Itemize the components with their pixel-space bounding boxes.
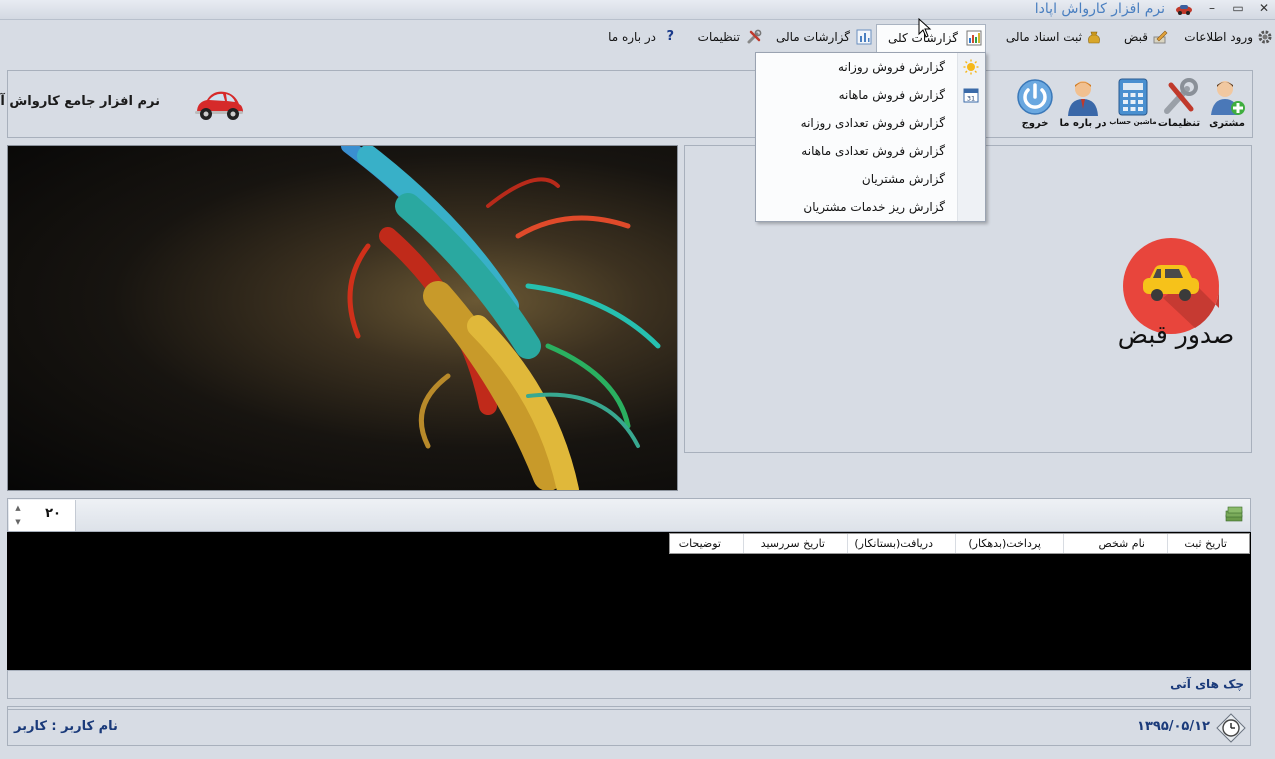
user-name: نام کاربر : کاربر [14,719,118,734]
menu-icon-gutter [957,53,985,221]
svg-text:31: 31 [967,95,975,103]
menu-bar: ورود اطلاعات قبض ثبت اسناد مالی گزارشات … [0,22,1275,54]
table-header: تاریخ ثبت نام شخص پرداخت(بدهکار) دریافت(… [669,533,1250,554]
menu-settings[interactable]: تنظیمات [686,24,764,50]
menu-item-monthly-count-sales[interactable]: گزارش فروش تعدادی ماهانه [801,137,945,165]
toolbar-panel: مشتری تنظیمات ماشین حساب در باره ما خروج… [0,70,1253,138]
calculator-button[interactable]: ماشین حساب [1109,75,1157,135]
toolbar-label: در باره ما [1059,118,1107,129]
mouse-cursor-icon [918,18,932,38]
about-button[interactable]: در باره ما [1060,75,1106,135]
menu-item-customer-services[interactable]: گزارش ریز خدمات مشتریان [803,193,945,221]
gear-icon [1258,30,1272,44]
bar-chart-icon [966,30,982,46]
restore-button[interactable]: ▭ [1228,0,1248,18]
sun-icon [963,59,979,75]
close-button[interactable]: ✕ [1254,0,1274,18]
money-bag-icon [1088,31,1100,44]
menu-item-customers[interactable]: گزارش مشتریان [862,165,945,193]
checks-table[interactable]: تاریخ ثبت نام شخص پرداخت(بدهکار) دریافت(… [7,532,1251,670]
about-person-icon [1068,81,1098,116]
tools-icon [747,29,762,44]
general-reports-dropdown: 31 گزارش فروش روزانه گزارش فروش ماهانه گ… [755,52,986,222]
feather-artwork-icon [341,146,661,490]
settings-button[interactable]: تنظیمات [1156,75,1202,135]
menu-label: در باره ما [608,30,656,44]
stepper-up-button[interactable]: ▲ [11,502,25,515]
customer-button[interactable]: مشتری [1204,75,1250,135]
tools-icon [1164,78,1198,114]
future-checks-bar: چک های آتی [7,670,1251,699]
menu-financial-reports[interactable]: گزارشات مالی [768,24,874,50]
menu-item-daily-count-sales[interactable]: گزارش فروش تعدادی روزانه [801,109,945,137]
menu-label: تنظیمات [697,30,740,44]
issue-receipt-label: صدور قبض [1117,320,1235,349]
column-header[interactable]: پرداخت(بدهکار) [955,534,1063,553]
calendar-icon: 31 [963,88,979,103]
exit-button[interactable]: خروج [1012,75,1058,135]
menu-label: گزارشات مالی [775,30,850,44]
menu-label: ثبت اسناد مالی [1005,30,1082,44]
menu-item-monthly-sales[interactable]: گزارش فروش ماهانه [839,81,945,109]
issue-receipt-button[interactable]: صدور قبض [1118,238,1234,363]
pencil-icon [1153,30,1168,44]
page-size-stepper[interactable]: ▲ ▼ ۲۰ [9,500,76,531]
column-header[interactable]: تاریخ سررسید [743,534,847,553]
page-size-bar: ▲ ▼ ۲۰ [7,498,1251,532]
red-beetle-car-icon [195,91,243,120]
toolbar-label: تنظیمات [1157,118,1201,129]
menu-data-entry[interactable]: ورود اطلاعات [1172,24,1275,50]
column-header[interactable]: توضیحات [670,534,743,553]
help-icon: ? [666,29,674,44]
stepper-down-button[interactable]: ▼ [11,516,25,529]
calculator-icon [1118,78,1148,116]
column-header[interactable]: تاریخ ثبت [1167,534,1249,553]
minimize-button[interactable]: – [1202,0,1222,18]
app-heading: نرم افزار جامع کارواش آپادا [0,94,160,109]
wallpaper-image [7,145,678,491]
title-bar: نرم افزار کارواش اپادا – ▭ ✕ [0,0,1275,20]
cash-stack-icon [1225,506,1243,522]
menu-label: قبض [1123,30,1148,44]
menu-about[interactable]: ? در باره ما [598,24,680,50]
menu-receipt[interactable]: قبض [1108,24,1170,50]
menu-label: ورود اطلاعات [1184,30,1253,44]
window-title: نرم افزار کارواش اپادا [1034,1,1165,17]
menu-financial-docs[interactable]: ثبت اسناد مالی [992,24,1104,50]
column-header[interactable]: دریافت(بستانکار) [847,534,955,553]
status-bar: ۱۳۹۵/۰۵/۱۲ نام کاربر : کاربر [7,706,1251,746]
toolbar-label: خروج [1021,118,1049,129]
menu-item-daily-sales[interactable]: گزارش فروش روزانه [838,53,945,81]
column-header[interactable]: نام شخص [1063,534,1167,553]
customer-add-icon [1211,81,1245,115]
chart-icon [856,29,872,45]
clock-icon [1216,713,1246,743]
toolbar-label: ماشین حساب [1109,118,1157,126]
power-icon [1017,79,1053,115]
future-checks-label: چک های آتی [1170,677,1244,691]
current-date: ۱۳۹۵/۰۵/۱۲ [1137,719,1210,734]
car-logo-icon [1176,5,1192,15]
toolbar-label: مشتری [1209,118,1245,129]
stepper-value: ۲۰ [45,506,61,521]
